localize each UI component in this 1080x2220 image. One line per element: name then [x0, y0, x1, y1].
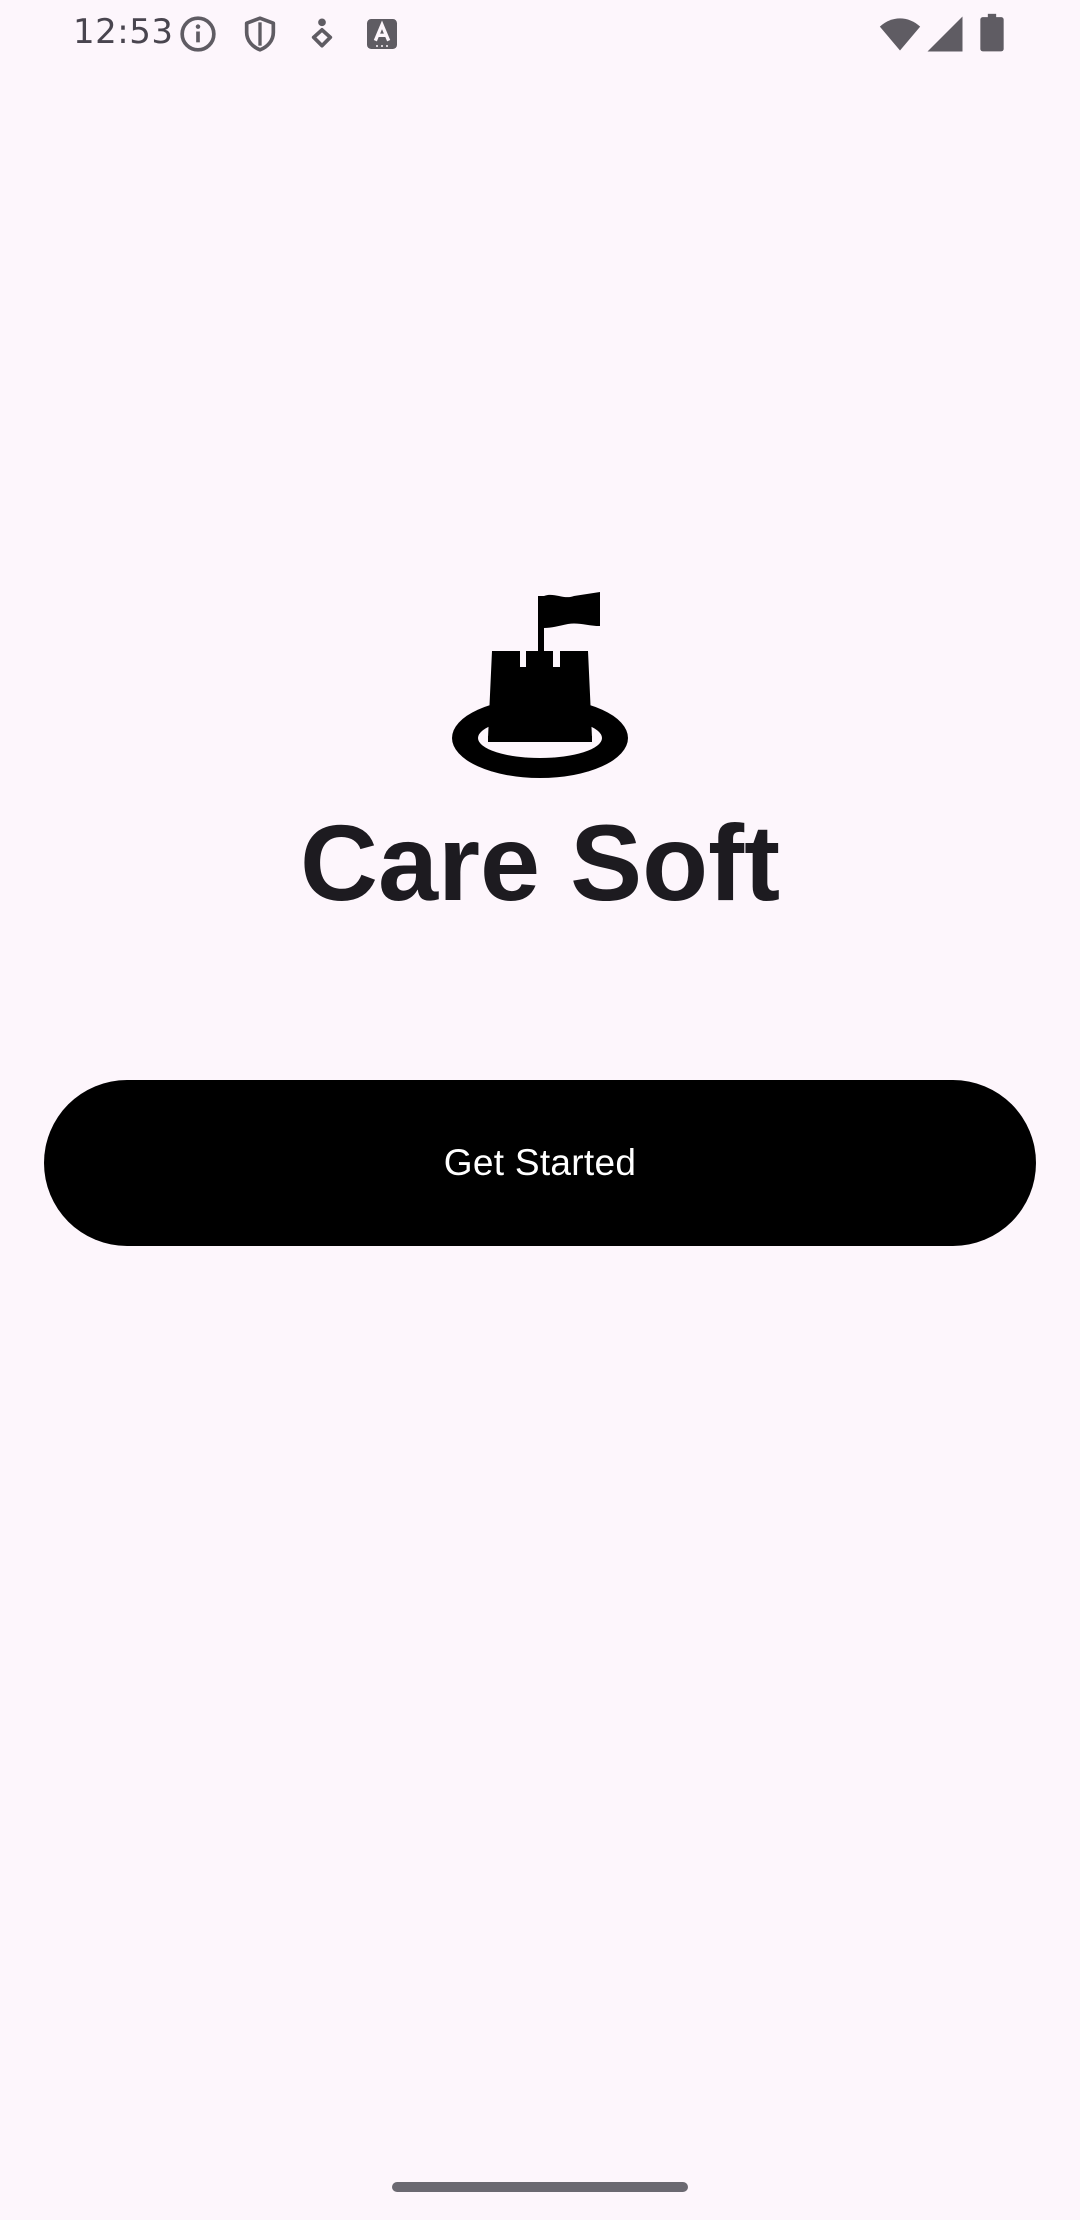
shield-icon: [240, 14, 280, 54]
home-indicator[interactable]: [392, 2182, 688, 2192]
sandcastle-icon: [448, 588, 632, 788]
battery-icon: [975, 13, 1009, 53]
app-title: Care Soft: [299, 802, 781, 923]
status-time: 12:53: [73, 12, 174, 52]
signal-icon: [924, 13, 966, 55]
status-bar: 12:53: [0, 0, 1080, 66]
info-icon: [178, 14, 218, 54]
wifi-icon: [878, 12, 922, 56]
text-a-icon: [362, 14, 402, 54]
accessibility-icon: [302, 14, 342, 54]
get-started-button[interactable]: Get Started: [44, 1080, 1036, 1246]
